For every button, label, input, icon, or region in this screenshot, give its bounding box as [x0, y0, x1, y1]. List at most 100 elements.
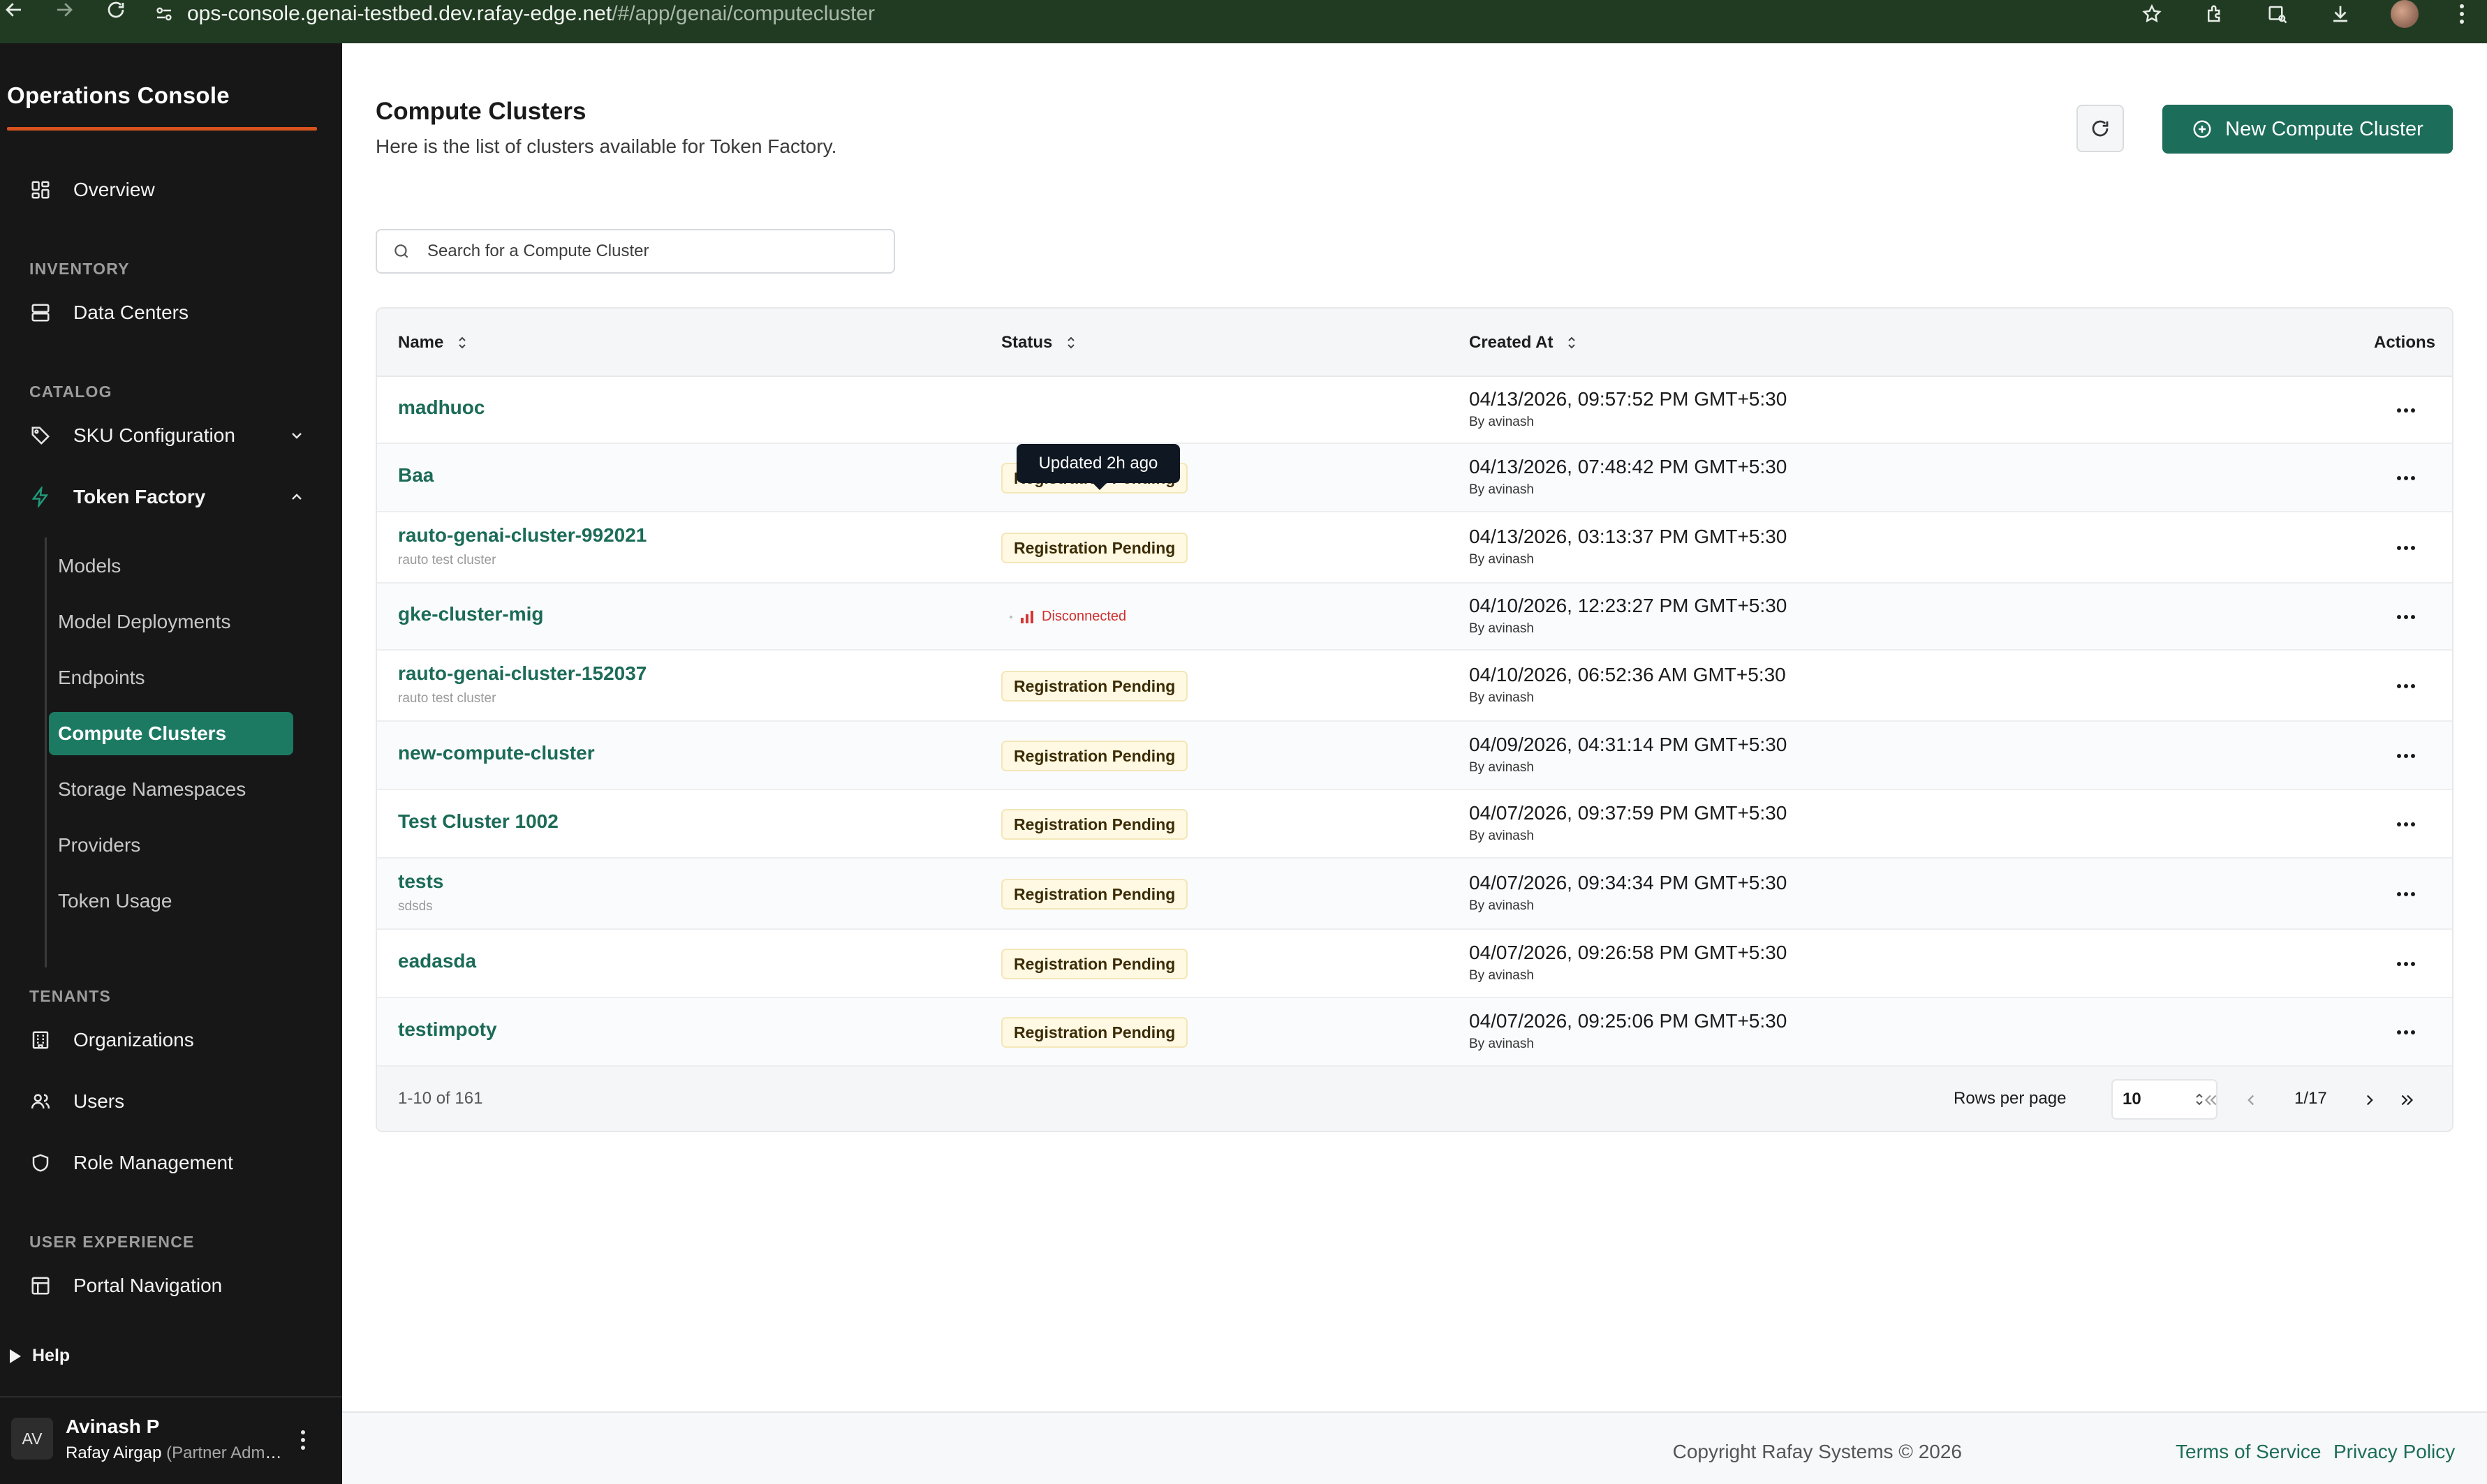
more-actions-icon[interactable] — [2391, 464, 2421, 492]
first-page-icon[interactable] — [2198, 1086, 2223, 1114]
table-row[interactable]: madhuoc 04/13/2026, 09:57:52 PM GMT+5:30… — [377, 377, 2452, 444]
more-actions-icon[interactable] — [2391, 1018, 2421, 1046]
browser-profile-avatar[interactable] — [2391, 0, 2419, 28]
status-badge: Registration Pending — [1001, 949, 1188, 979]
browser-toolbar: ops-console.genai-testbed.dev.rafay-edge… — [0, 0, 2487, 43]
reading-list-icon[interactable] — [2265, 1, 2290, 27]
table-header: Name Status Created At Actions — [377, 309, 2452, 377]
sidebar-item-users[interactable]: Users — [0, 1081, 342, 1122]
cluster-name-link[interactable]: gke-cluster-mig — [398, 603, 544, 625]
cluster-name-link[interactable]: Test Cluster 1002 — [398, 810, 559, 833]
download-icon[interactable] — [2328, 1, 2353, 27]
status-badge: Registration Pending — [1001, 879, 1188, 910]
status-badge: Registration Pending — [1001, 809, 1188, 840]
page-footer: Copyright Rafay Systems © 2026 Terms of … — [342, 1411, 2487, 1484]
created-at-date: 04/07/2026, 09:37:59 PM GMT+5:30 — [1469, 802, 1787, 824]
more-actions-icon[interactable] — [2391, 880, 2421, 908]
sidebar-subitem-endpoints[interactable]: Endpoints — [49, 656, 293, 699]
table-row[interactable]: new-compute-cluster Registration Pending… — [377, 722, 2452, 790]
copyright-text: Copyright Rafay Systems © 2026 — [1672, 1441, 1962, 1462]
browser-menu-icon[interactable] — [2456, 1, 2467, 27]
chevron-up-icon[interactable] — [285, 485, 309, 509]
status-text: Disconnected — [1042, 609, 1127, 624]
more-actions-icon[interactable] — [2391, 950, 2421, 978]
column-header-name[interactable]: Name — [398, 309, 468, 377]
more-actions-icon[interactable] — [2391, 534, 2421, 562]
table-row[interactable]: gke-cluster-mig Disconnected 04/10/2026,… — [377, 584, 2452, 651]
column-header-created-at[interactable]: Created At — [1469, 309, 1578, 377]
site-settings-icon[interactable] — [154, 3, 175, 24]
avatar[interactable]: AV — [11, 1418, 53, 1460]
sidebar-subitem-compute-clusters[interactable]: Compute Clusters — [49, 712, 293, 755]
cluster-name-link[interactable]: testimpoty — [398, 1018, 497, 1041]
table-row[interactable]: rauto-genai-cluster-152037 rauto test cl… — [377, 651, 2452, 722]
more-actions-icon[interactable] — [2391, 810, 2421, 838]
more-actions-icon[interactable] — [2391, 672, 2421, 700]
sort-icon[interactable] — [1565, 332, 1578, 353]
search-box — [376, 229, 895, 274]
bookmark-star-icon[interactable] — [2139, 1, 2164, 27]
sidebar-item-organizations[interactable]: Organizations — [0, 1019, 342, 1061]
more-actions-icon[interactable] — [2391, 603, 2421, 631]
sidebar-subitem-providers[interactable]: Providers — [49, 824, 293, 867]
sidebar-item-token-factory[interactable]: Token Factory — [0, 476, 342, 518]
cluster-name-link[interactable]: rauto-genai-cluster-152037 — [398, 662, 647, 685]
chevron-down-icon[interactable] — [285, 424, 309, 447]
cluster-name-link[interactable]: rauto-genai-cluster-992021 — [398, 524, 647, 547]
back-icon[interactable] — [0, 0, 34, 29]
rows-per-page-value: 10 — [2123, 1090, 2141, 1108]
status-disconnected: Disconnected — [1010, 609, 1126, 625]
dashboard-icon — [28, 177, 53, 202]
cluster-name-link[interactable]: tests — [398, 870, 443, 893]
sidebar-subitem-models[interactable]: Models — [49, 544, 293, 588]
extensions-icon[interactable] — [2202, 1, 2227, 27]
table-row[interactable]: tests sdsds Registration Pending 04/07/2… — [377, 859, 2452, 930]
table-row[interactable]: Baa Registration Pending 04/13/2026, 07:… — [377, 444, 2452, 512]
column-header-label: Status — [1001, 333, 1053, 352]
cluster-name-link[interactable]: new-compute-cluster — [398, 742, 595, 764]
server-icon — [28, 300, 53, 325]
prev-page-icon[interactable] — [2238, 1086, 2264, 1114]
sidebar-item-overview[interactable]: Overview — [0, 169, 342, 211]
user-org: Rafay Airgap (Partner Admin) — [66, 1444, 282, 1463]
column-header-status[interactable]: Status — [1001, 309, 1077, 377]
last-page-icon[interactable] — [2395, 1086, 2420, 1114]
forward-icon[interactable] — [45, 0, 84, 29]
cluster-name-link[interactable]: madhuoc — [398, 396, 485, 419]
pagination-range: 1-10 of 161 — [398, 1089, 483, 1108]
sidebar-item-portal-navigation[interactable]: Portal Navigation — [0, 1265, 342, 1307]
address-bar[interactable]: ops-console.genai-testbed.dev.rafay-edge… — [187, 2, 875, 26]
created-by: By avinash — [1469, 898, 1534, 913]
table-row[interactable]: Test Cluster 1002 Registration Pending 0… — [377, 790, 2452, 859]
sort-icon[interactable] — [456, 332, 468, 353]
reload-icon[interactable] — [96, 0, 135, 29]
sort-icon[interactable] — [1065, 332, 1077, 353]
new-compute-cluster-button[interactable]: New Compute Cluster — [2162, 105, 2453, 154]
sidebar-subitem-model-deployments[interactable]: Model Deployments — [49, 600, 293, 644]
sidebar-item-label: SKU Configuration — [73, 424, 235, 446]
layout-icon — [28, 1273, 53, 1298]
table-row[interactable]: rauto-genai-cluster-992021 rauto test cl… — [377, 512, 2452, 584]
more-actions-icon[interactable] — [2391, 396, 2421, 424]
terms-of-service-link[interactable]: Terms of Service — [2176, 1441, 2322, 1463]
cluster-name-link[interactable]: eadasda — [398, 950, 476, 972]
sidebar-item-sku-configuration[interactable]: SKU Configuration — [0, 415, 342, 457]
table-row[interactable]: eadasda Registration Pending 04/07/2026,… — [377, 930, 2452, 998]
sidebar-subitem-token-usage[interactable]: Token Usage — [49, 880, 293, 923]
user-role: (Partner Admin) — [166, 1444, 282, 1462]
sidebar-subitem-storage-namespaces[interactable]: Storage Namespaces — [49, 768, 293, 811]
more-actions-icon[interactable] — [2391, 742, 2421, 770]
refresh-button[interactable] — [2076, 105, 2124, 152]
page-subtitle: Here is the list of clusters available f… — [376, 135, 837, 157]
status-badge: Registration Pending — [1001, 533, 1188, 563]
search-input[interactable] — [427, 237, 881, 265]
privacy-policy-link[interactable]: Privacy Policy — [2333, 1441, 2455, 1463]
cluster-name-link[interactable]: Baa — [398, 464, 434, 487]
help-toggle[interactable]: Help — [10, 1346, 70, 1366]
user-menu-icon[interactable] — [293, 1423, 313, 1457]
sidebar-item-role-management[interactable]: Role Management — [0, 1142, 342, 1184]
url-path: /#/app/genai/computecluster — [612, 2, 876, 25]
next-page-icon[interactable] — [2357, 1086, 2382, 1114]
sidebar-item-data-centers[interactable]: Data Centers — [0, 292, 342, 334]
table-row[interactable]: testimpoty Registration Pending 04/07/20… — [377, 998, 2452, 1067]
